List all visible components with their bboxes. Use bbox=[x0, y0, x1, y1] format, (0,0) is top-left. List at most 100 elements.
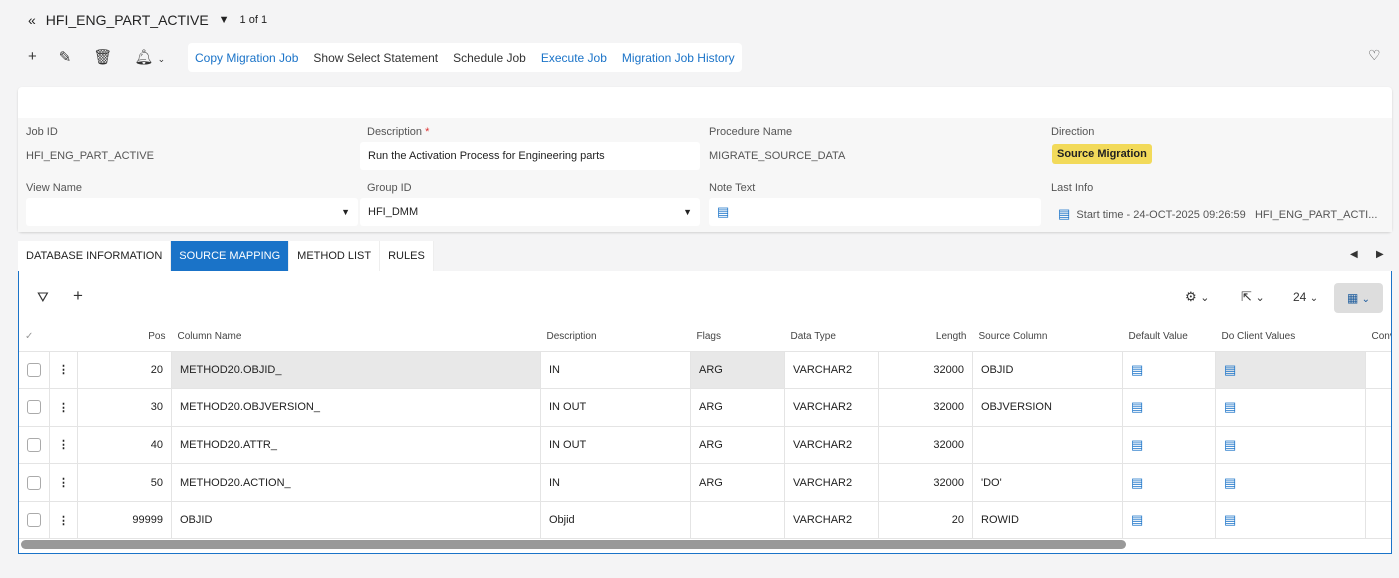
notepad-icon[interactable]: ▤ bbox=[1224, 437, 1236, 452]
cell-type[interactable]: VARCHAR2 bbox=[784, 426, 879, 465]
cell-name[interactable]: METHOD20.OBJID_ bbox=[171, 351, 541, 390]
notepad-icon[interactable]: ▤ bbox=[1131, 475, 1143, 490]
notepad-icon[interactable]: ▤ bbox=[1224, 512, 1236, 527]
cell-type[interactable]: VARCHAR2 bbox=[784, 501, 879, 540]
record-dropdown-icon[interactable]: ▼ bbox=[219, 14, 230, 26]
cell-pos[interactable]: 20 bbox=[77, 351, 172, 390]
cell-type[interactable]: VARCHAR2 bbox=[784, 388, 879, 427]
cell-len[interactable]: 20 bbox=[878, 501, 973, 540]
table-row[interactable]: ⋮ 99999 OBJID Objid VARCHAR2 20 ROWID ▤ ▤ bbox=[19, 501, 1391, 540]
column-header[interactable]: Conv bbox=[1365, 323, 1391, 352]
cell-do-client-values[interactable]: ▤ bbox=[1215, 351, 1366, 390]
row-checkbox[interactable] bbox=[19, 463, 50, 502]
notepad-icon[interactable]: ▤ bbox=[1131, 399, 1143, 414]
tab-method-list[interactable]: METHOD LIST bbox=[289, 241, 381, 271]
column-header[interactable]: Length bbox=[878, 323, 973, 352]
column-header[interactable]: Description bbox=[540, 323, 691, 352]
delete-icon[interactable]: 🗑 bbox=[93, 48, 112, 66]
notepad-icon[interactable]: ▤ bbox=[1131, 362, 1143, 377]
add-icon[interactable]: + bbox=[28, 48, 37, 66]
cell-src[interactable]: ROWID bbox=[972, 501, 1123, 540]
bell-icon[interactable]: 🔔︎ ⌄ bbox=[134, 48, 165, 66]
cell-type[interactable]: VARCHAR2 bbox=[784, 463, 879, 502]
notepad-icon[interactable]: ▤ bbox=[1131, 512, 1143, 527]
table-row[interactable]: ⋮ 20 METHOD20.OBJID_ IN ARG VARCHAR2 32000 OBJI… bbox=[19, 351, 1391, 390]
cell-conv[interactable] bbox=[1365, 388, 1391, 427]
cell-len[interactable]: 32000 bbox=[878, 388, 973, 427]
tab-scroll-right-icon[interactable]: ▶ bbox=[1376, 249, 1384, 260]
cell-do-client-values[interactable]: ▤ bbox=[1215, 388, 1366, 427]
row-menu-icon[interactable]: ⋮ bbox=[49, 426, 78, 465]
cell-len[interactable]: 32000 bbox=[878, 426, 973, 465]
row-checkbox[interactable] bbox=[19, 426, 50, 465]
cell-desc[interactable]: IN bbox=[540, 463, 691, 502]
collapse-icon[interactable]: « bbox=[28, 12, 36, 28]
column-header[interactable]: Do Client Values bbox=[1215, 323, 1366, 352]
cell-do-client-values[interactable]: ▤ bbox=[1215, 501, 1366, 540]
notepad-icon[interactable]: ▤ bbox=[1224, 399, 1236, 414]
cell-src[interactable]: OBJID bbox=[972, 351, 1123, 390]
cell-flags[interactable]: ARG bbox=[690, 426, 785, 465]
export-icon[interactable]: ⇱ ⌄ bbox=[1241, 289, 1265, 305]
row-checkbox[interactable] bbox=[19, 351, 50, 390]
group-id-select[interactable]: HFI_DMM ▼ bbox=[360, 198, 700, 226]
cell-default-value[interactable]: ▤ bbox=[1122, 351, 1216, 390]
tab-source-mapping[interactable]: SOURCE MAPPING bbox=[171, 241, 290, 271]
select-all-check[interactable]: ✓ bbox=[19, 323, 50, 352]
cell-conv[interactable] bbox=[1365, 351, 1391, 390]
cell-src[interactable]: OBJVERSION bbox=[972, 388, 1123, 427]
edit-icon[interactable]: ✎ bbox=[59, 48, 72, 66]
cell-flags[interactable]: ARG bbox=[690, 388, 785, 427]
command-schedule-job[interactable]: Schedule Job bbox=[453, 51, 526, 65]
table-row[interactable]: ⋮ 30 METHOD20.OBJVERSION_ IN OUT ARG VARCHAR2… bbox=[19, 388, 1391, 427]
cell-pos[interactable]: 99999 bbox=[77, 501, 172, 540]
cell-src[interactable]: 'DO' bbox=[972, 463, 1123, 502]
column-header[interactable]: Source Column bbox=[972, 323, 1123, 352]
column-header[interactable]: Flags bbox=[690, 323, 785, 352]
row-menu-icon[interactable]: ⋮ bbox=[49, 351, 78, 390]
cell-conv[interactable] bbox=[1365, 501, 1391, 540]
settings-icon[interactable]: ⚙ ⌄ bbox=[1185, 289, 1209, 305]
cell-conv[interactable] bbox=[1365, 426, 1391, 465]
cell-pos[interactable]: 30 bbox=[77, 388, 172, 427]
cell-len[interactable]: 32000 bbox=[878, 351, 973, 390]
cell-default-value[interactable]: ▤ bbox=[1122, 501, 1216, 540]
notepad-icon[interactable]: ▤ bbox=[717, 204, 729, 220]
command-execute-job[interactable]: Execute Job bbox=[541, 51, 607, 65]
notepad-icon[interactable]: ▤ bbox=[1058, 206, 1070, 221]
cell-desc[interactable]: Objid bbox=[540, 501, 691, 540]
command-migration-job-history[interactable]: Migration Job History bbox=[622, 51, 735, 65]
notepad-icon[interactable]: ▤ bbox=[1131, 437, 1143, 452]
cell-desc[interactable]: IN OUT bbox=[540, 388, 691, 427]
cell-conv[interactable] bbox=[1365, 463, 1391, 502]
page-size-select[interactable]: 24 ⌄ bbox=[1293, 290, 1318, 304]
column-header[interactable]: Pos bbox=[77, 323, 172, 352]
cell-do-client-values[interactable]: ▤ bbox=[1215, 463, 1366, 502]
tab-scroll-left-icon[interactable]: ◀ bbox=[1350, 249, 1358, 260]
row-checkbox[interactable] bbox=[19, 501, 50, 540]
column-header[interactable]: Data Type bbox=[784, 323, 879, 352]
cell-pos[interactable]: 40 bbox=[77, 426, 172, 465]
tab-rules[interactable]: RULES bbox=[380, 241, 434, 271]
cell-flags[interactable] bbox=[690, 501, 785, 540]
cell-desc[interactable]: IN bbox=[540, 351, 691, 390]
filter-icon[interactable]: ⛛ bbox=[37, 289, 49, 306]
cell-name[interactable]: METHOD20.ATTR_ bbox=[171, 426, 541, 465]
add-row-icon[interactable]: + bbox=[73, 286, 83, 306]
notepad-icon[interactable]: ▤ bbox=[1224, 362, 1236, 377]
cell-default-value[interactable]: ▤ bbox=[1122, 463, 1216, 502]
note-text-field[interactable]: ▤ bbox=[709, 198, 1041, 226]
cell-name[interactable]: METHOD20.OBJVERSION_ bbox=[171, 388, 541, 427]
cell-default-value[interactable]: ▤ bbox=[1122, 426, 1216, 465]
column-header[interactable]: Column Name bbox=[171, 323, 541, 352]
row-checkbox[interactable] bbox=[19, 388, 50, 427]
cell-desc[interactable]: IN OUT bbox=[540, 426, 691, 465]
description-input[interactable]: Run the Activation Process for Engineeri… bbox=[360, 142, 700, 170]
table-view-button[interactable]: ▦ ⌄ bbox=[1334, 283, 1383, 313]
view-name-select[interactable]: ▼ bbox=[26, 198, 358, 226]
command-show-select-statement[interactable]: Show Select Statement bbox=[313, 51, 438, 65]
horizontal-scrollbar[interactable] bbox=[21, 540, 1126, 549]
cell-default-value[interactable]: ▤ bbox=[1122, 388, 1216, 427]
cell-flags[interactable]: ARG bbox=[690, 463, 785, 502]
row-menu-icon[interactable]: ⋮ bbox=[49, 501, 78, 540]
